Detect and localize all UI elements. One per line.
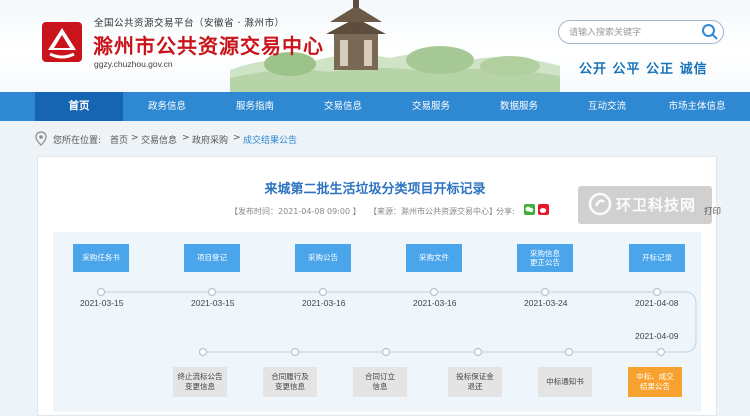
step-date: 2021-03-24 [524,298,568,308]
step-bid-opening-record[interactable]: 开标记录 [629,244,685,272]
step-date: 2021-04-08 [635,298,679,308]
step-date: 2021-03-15 [191,298,235,308]
step-procurement-document[interactable]: 采购文件 [406,244,462,272]
step-award-result-notice[interactable]: 中标、成交 结果公告 [628,367,682,397]
step-date: 2021-03-16 [302,298,346,308]
step-procurement-task[interactable]: 采购任务书 [73,244,129,272]
step-award-notice[interactable]: 中标通知书 [538,367,592,397]
step-date: 2021-03-15 [80,298,124,308]
step-contract-performance[interactable]: 合同履行及 变更信息 [263,367,317,397]
step-termination-notice[interactable]: 终止流标公告 变更信息 [173,367,227,397]
step-correction-notice[interactable]: 采购信息 更正公告 [517,244,573,272]
step-deposit-refund[interactable]: 投标保证金 退还 [448,367,502,397]
step-project-registration[interactable]: 项目登记 [184,244,240,272]
step-contract-signing[interactable]: 合同订立 信息 [353,367,407,397]
step-procurement-notice[interactable]: 采购公告 [295,244,351,272]
timeline-connectors [96,287,697,357]
step-date: 2021-03-16 [413,298,457,308]
step-date: 2021-04-09 [635,331,679,341]
